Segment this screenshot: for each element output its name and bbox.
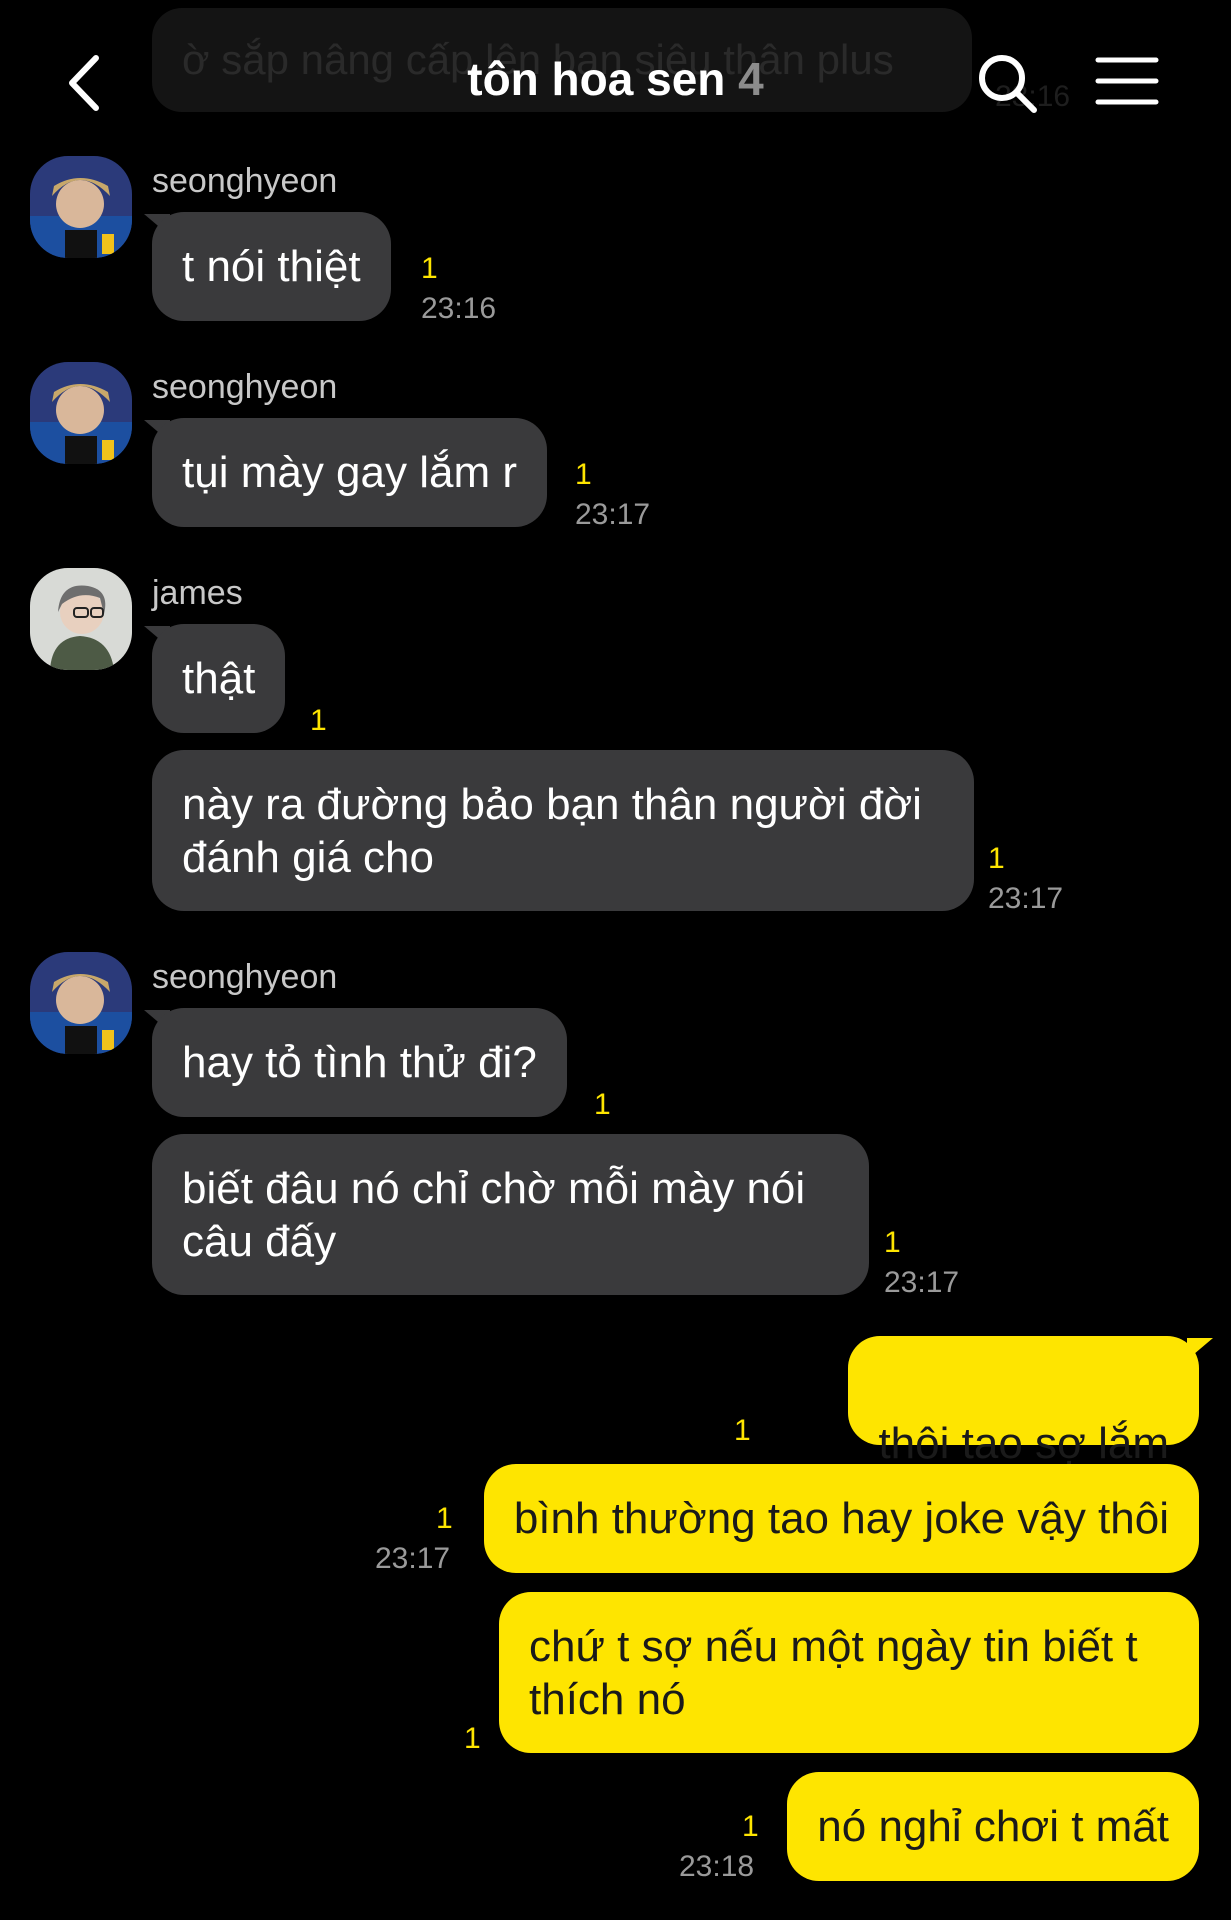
sender-name: seonghyeon: [152, 368, 338, 406]
message-bubble[interactable]: t nói thiệt: [152, 212, 391, 321]
message-bubble[interactable]: này ra đường bảo bạn thân người đời đánh…: [152, 750, 974, 911]
avatar-seonghyeon[interactable]: [30, 156, 132, 258]
member-count: 4: [738, 53, 764, 105]
menu-button[interactable]: [1092, 48, 1162, 118]
sender-name: james: [152, 574, 243, 612]
message-bubble[interactable]: thật: [152, 624, 286, 733]
sender-name: seonghyeon: [152, 958, 338, 996]
unread-count: 1: [742, 1810, 759, 1843]
unread-count: 1: [734, 1414, 751, 1447]
message-time: 23:16: [421, 292, 497, 325]
message-time: 23:17: [575, 498, 651, 531]
message-time: 23:17: [375, 1542, 451, 1575]
chat-name: tôn hoa sen: [467, 53, 726, 105]
message-bubble-own[interactable]: nó nghỉ chơi t mất: [787, 1772, 1199, 1881]
message-bubble-own[interactable]: thôi tao sợ lắm: [848, 1336, 1199, 1573]
unread-count: 1: [884, 1226, 901, 1259]
avatar-seonghyeon[interactable]: [30, 952, 132, 1054]
chat-title: tôn hoa sen 4: [0, 52, 1231, 106]
message-time: 23:17: [988, 882, 1064, 915]
unread-count: 1: [575, 458, 592, 491]
hamburger-menu-icon: [1095, 57, 1159, 105]
message-time: 23:17: [884, 1266, 960, 1299]
search-icon: [979, 55, 1037, 113]
unread-count: 1: [464, 1722, 481, 1755]
message-bubble-own[interactable]: bình thường tao hay joke vậy thôi: [483, 1464, 1199, 1573]
sender-name: seonghyeon: [152, 162, 338, 200]
avatar-james[interactable]: [30, 568, 132, 670]
message-bubble[interactable]: tụi mày gay lắm r: [152, 418, 547, 527]
message-bubble-own[interactable]: chứ t sợ nếu một ngày tin biết t thích n…: [499, 1592, 1199, 1753]
message-text: thôi tao sợ lắm: [878, 1419, 1169, 1468]
unread-count: 1: [436, 1502, 453, 1535]
unread-count: 1: [988, 842, 1005, 875]
search-button[interactable]: [972, 48, 1042, 118]
message-time: 23:18: [679, 1850, 755, 1883]
message-bubble[interactable]: hay tỏ tình thử đi?: [152, 1008, 567, 1117]
unread-count: 1: [421, 252, 438, 285]
unread-count: 1: [310, 704, 327, 737]
unread-count: 1: [594, 1088, 611, 1121]
message-bubble[interactable]: biết đâu nó chỉ chờ mỗi mày nói câu đấy: [152, 1134, 869, 1295]
avatar-seonghyeon[interactable]: [30, 362, 132, 464]
